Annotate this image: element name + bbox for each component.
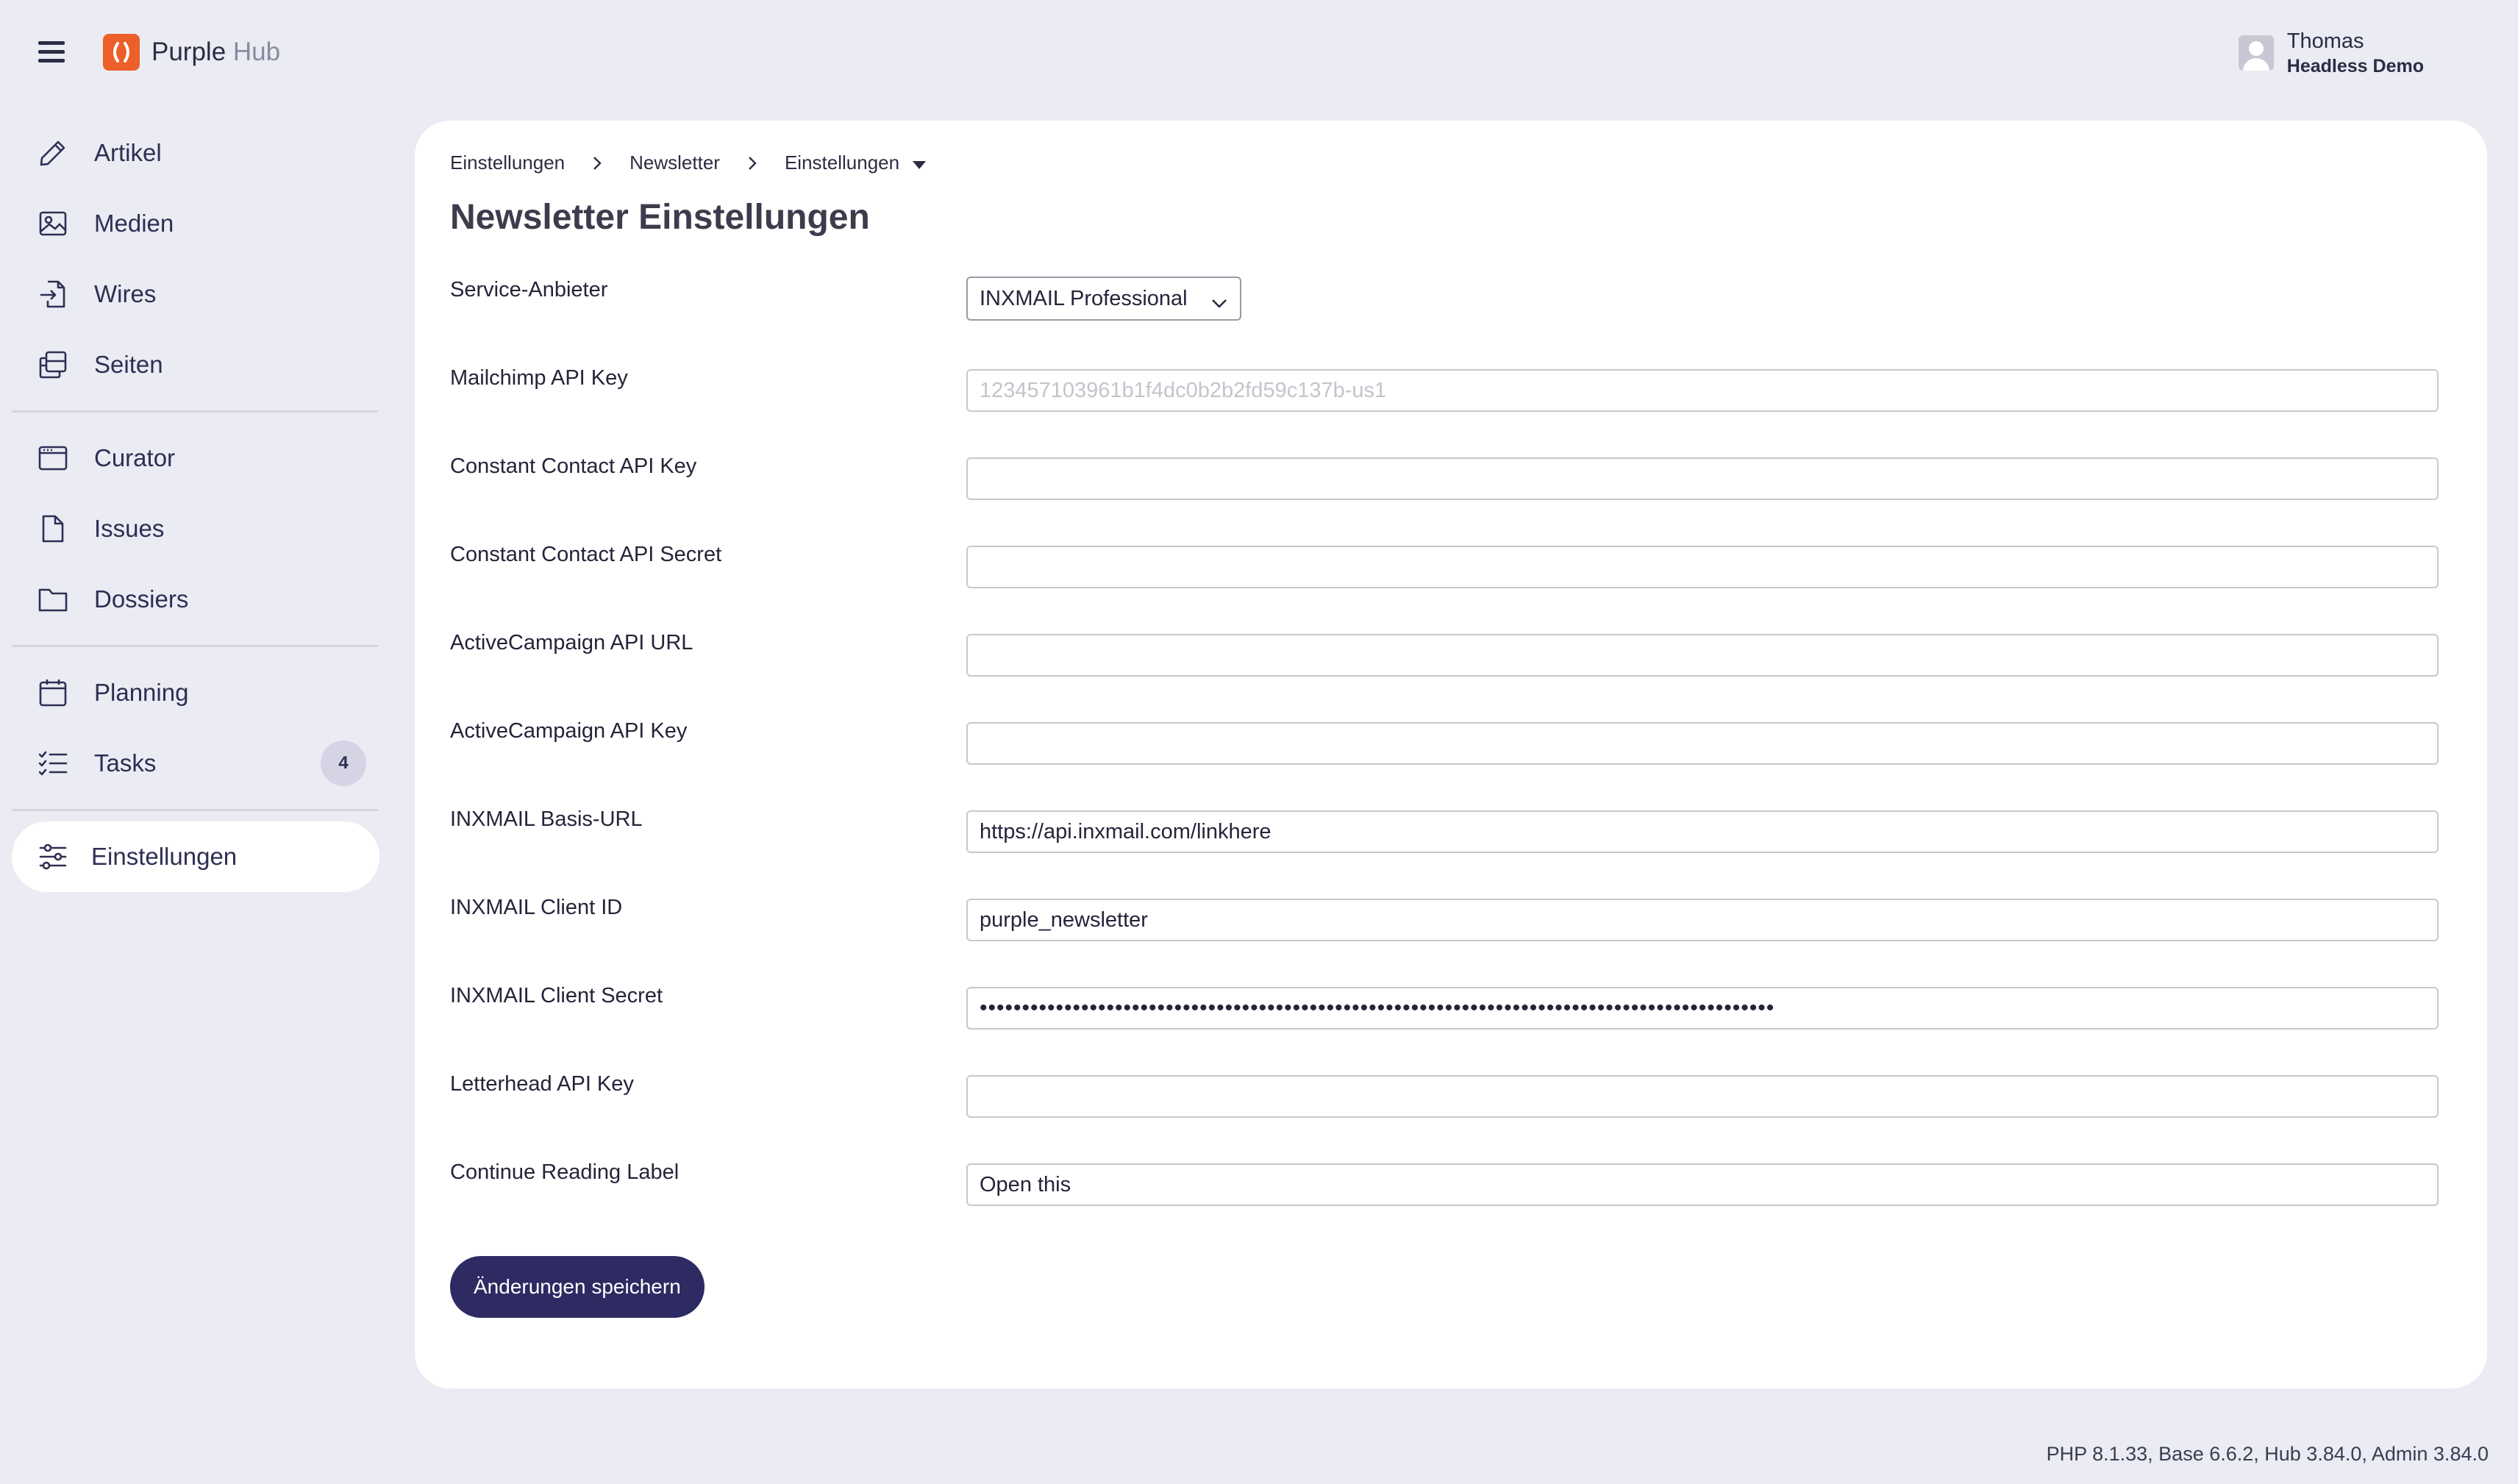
sidebar-item-label: Curator <box>94 444 176 471</box>
form-row-continue-reading-label: Continue Reading Label <box>450 1157 2447 1246</box>
constant-contact-api-secret-label: Constant Contact API Secret <box>450 543 722 566</box>
constant-contact-api-secret-input[interactable] <box>966 546 2439 588</box>
sidebar-item-label: Wires <box>94 280 157 307</box>
sidebar-item-label: Tasks <box>94 749 157 777</box>
sidebar-item-issues[interactable]: Issues <box>12 493 379 564</box>
sidebar-item-label: Issues <box>94 515 165 542</box>
sidebar-item-wires[interactable]: Wires <box>12 259 379 329</box>
sidebar-item-seiten[interactable]: Seiten <box>12 329 379 400</box>
sidebar-divider <box>12 645 378 647</box>
user-menu[interactable]: Thomas Headless Demo <box>2238 28 2424 78</box>
sidebar-item-medien[interactable]: Medien <box>12 188 379 259</box>
user-name: Thomas <box>2286 29 2364 53</box>
sidebar-item-label: Medien <box>94 210 174 237</box>
caret-down-icon <box>913 161 927 169</box>
continue-reading-label-input[interactable] <box>966 1163 2439 1206</box>
import-file-icon <box>37 278 69 310</box>
service-provider-select[interactable]: INXMAIL Professional <box>966 277 1241 321</box>
form-row-mailchimp-api-key: Mailchimp API Key <box>450 363 2447 452</box>
service-provider-value: INXMAIL Professional <box>980 286 1188 310</box>
app-logo[interactable]: Purple Hub <box>103 34 280 71</box>
sidebar-item-label: Seiten <box>94 351 163 378</box>
task-count-badge: 4 <box>321 741 366 786</box>
brand-primary: Purple <box>151 38 227 66</box>
service-provider-label: Service-Anbieter <box>450 278 608 302</box>
purple-hub-logo-icon <box>103 34 140 71</box>
page-title: Newsletter Einstellungen <box>450 198 870 237</box>
sliders-icon <box>37 841 69 873</box>
checklist-icon <box>37 747 69 780</box>
form-row-activecampaign-api-key: ActiveCampaign API Key <box>450 716 2447 805</box>
sidebar-item-einstellungen[interactable]: Einstellungen <box>12 821 379 892</box>
breadcrumb-current-label: Einstellungen <box>784 151 900 174</box>
mailchimp-api-key-input[interactable] <box>966 369 2439 412</box>
inxmail-base-url-input[interactable] <box>966 810 2439 853</box>
settings-card: Einstellungen Newsletter Einstellungen N… <box>415 121 2487 1388</box>
chevron-right-icon <box>746 154 758 173</box>
sidebar-item-artikel[interactable]: Artikel <box>12 118 379 188</box>
menu-icon[interactable] <box>38 41 65 63</box>
constant-contact-api-key-input[interactable] <box>966 457 2439 500</box>
sidebar-item-dossiers[interactable]: Dossiers <box>12 564 379 635</box>
constant-contact-api-key-label: Constant Contact API Key <box>450 454 697 478</box>
continue-reading-label-label: Continue Reading Label <box>450 1160 680 1184</box>
activecampaign-api-key-label: ActiveCampaign API Key <box>450 719 688 743</box>
form-row-constant-contact-api-secret: Constant Contact API Secret <box>450 540 2447 628</box>
inxmail-client-id-label: INXMAIL Client ID <box>450 896 623 919</box>
avatar <box>2238 35 2274 71</box>
breadcrumb-einstellungen[interactable]: Einstellungen <box>450 151 565 174</box>
form-row-inxmail-base-url: INXMAIL Basis-URL <box>450 805 2447 893</box>
document-icon <box>37 513 69 545</box>
mailchimp-api-key-label: Mailchimp API Key <box>450 366 628 390</box>
activecampaign-api-url-label: ActiveCampaign API URL <box>450 631 693 654</box>
sidebar-item-label: Einstellungen <box>91 843 238 870</box>
form-row-activecampaign-api-url: ActiveCampaign API URL <box>450 628 2447 716</box>
app-name: Purple Hub <box>151 38 280 67</box>
user-organization: Headless Demo <box>2286 56 2424 76</box>
sidebar-item-curator[interactable]: Curator <box>12 423 379 493</box>
sidebar-item-planning[interactable]: Planning <box>12 657 379 728</box>
sidebar-item-label: Dossiers <box>94 585 189 613</box>
inxmail-client-id-input[interactable] <box>966 899 2439 941</box>
version-info: PHP 8.1.33, Base 6.6.2, Hub 3.84.0, Admi… <box>2046 1443 2489 1465</box>
breadcrumb: Einstellungen Newsletter Einstellungen <box>450 151 927 174</box>
sidebar: Artikel Medien Wires Seiten Curator Issu… <box>12 118 379 892</box>
pencil-icon <box>37 137 69 169</box>
chevron-down-icon <box>1210 291 1228 315</box>
letterhead-api-key-input[interactable] <box>966 1075 2439 1118</box>
letterhead-api-key-label: Letterhead API Key <box>450 1072 634 1096</box>
browser-window-icon <box>37 442 69 474</box>
newsletter-settings-form: Service-Anbieter INXMAIL Professional Ma… <box>450 275 2447 1246</box>
sidebar-divider <box>12 809 378 811</box>
inxmail-client-secret-input[interactable] <box>966 987 2439 1030</box>
chevron-right-icon <box>591 154 603 173</box>
brand-secondary: Hub <box>232 38 281 66</box>
inxmail-base-url-label: INXMAIL Basis-URL <box>450 807 643 831</box>
form-row-inxmail-client-id: INXMAIL Client ID <box>450 893 2447 981</box>
folder-icon <box>37 583 69 616</box>
breadcrumb-current-dropdown[interactable]: Einstellungen <box>784 151 927 174</box>
image-icon <box>37 207 69 240</box>
pages-icon <box>37 349 69 381</box>
calendar-icon <box>37 677 69 709</box>
sidebar-divider <box>12 410 378 413</box>
breadcrumb-newsletter[interactable]: Newsletter <box>630 151 720 174</box>
form-row-constant-contact-api-key: Constant Contact API Key <box>450 452 2447 540</box>
sidebar-item-tasks[interactable]: Tasks 4 <box>12 728 379 799</box>
activecampaign-api-url-input[interactable] <box>966 634 2439 677</box>
form-row-inxmail-client-secret: INXMAIL Client Secret <box>450 981 2447 1069</box>
form-row-letterhead-api-key: Letterhead API Key <box>450 1069 2447 1157</box>
save-changes-button[interactable]: Änderungen speichern <box>450 1256 705 1318</box>
inxmail-client-secret-label: INXMAIL Client Secret <box>450 984 663 1007</box>
form-row-service-provider: Service-Anbieter INXMAIL Professional <box>450 275 2447 363</box>
sidebar-item-label: Artikel <box>94 139 162 166</box>
sidebar-item-label: Planning <box>94 679 189 706</box>
top-bar: Purple Hub Thomas Headless Demo <box>0 0 2518 110</box>
activecampaign-api-key-input[interactable] <box>966 722 2439 765</box>
